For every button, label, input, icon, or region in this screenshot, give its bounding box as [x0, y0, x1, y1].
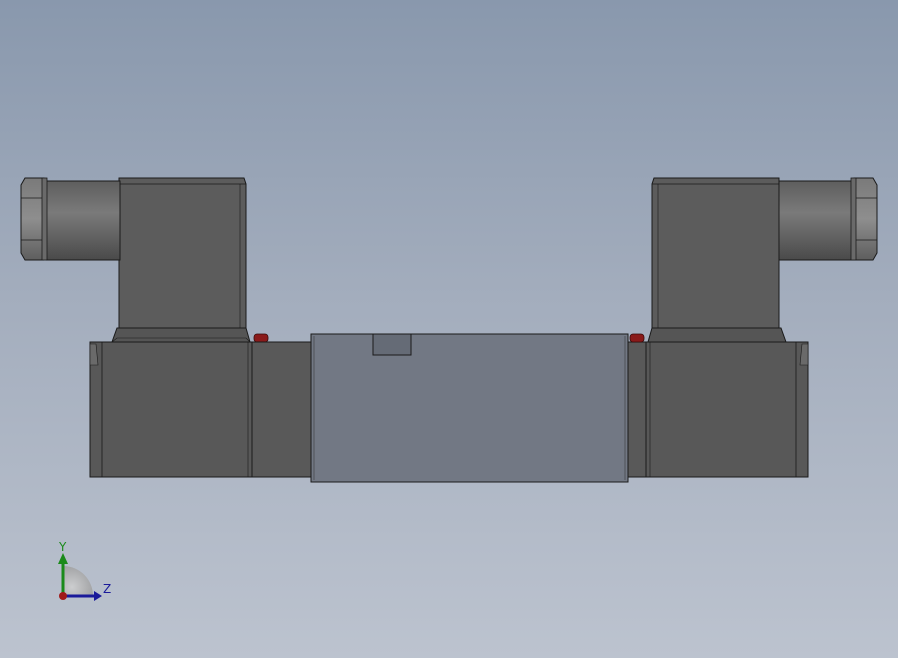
- valve-body[interactable]: [310, 333, 629, 483]
- left-adapter-block: [251, 341, 313, 478]
- right-adapter-block: [627, 341, 649, 478]
- 3d-viewport[interactable]: Y Z: [0, 0, 898, 658]
- solenoid-valve-model[interactable]: Y Z: [0, 0, 898, 658]
- orientation-triad: Y Z: [58, 540, 111, 601]
- right-indicator-light: [629, 333, 645, 343]
- triad-z-label: Z: [103, 582, 111, 596]
- triad-y-label: Y: [58, 540, 67, 554]
- right-solenoid-coil[interactable]: [629, 177, 878, 478]
- valve-port: [372, 333, 412, 356]
- triad-x-axis: [59, 592, 67, 600]
- left-indicator-light: [253, 333, 269, 343]
- left-solenoid-coil[interactable]: [20, 177, 269, 478]
